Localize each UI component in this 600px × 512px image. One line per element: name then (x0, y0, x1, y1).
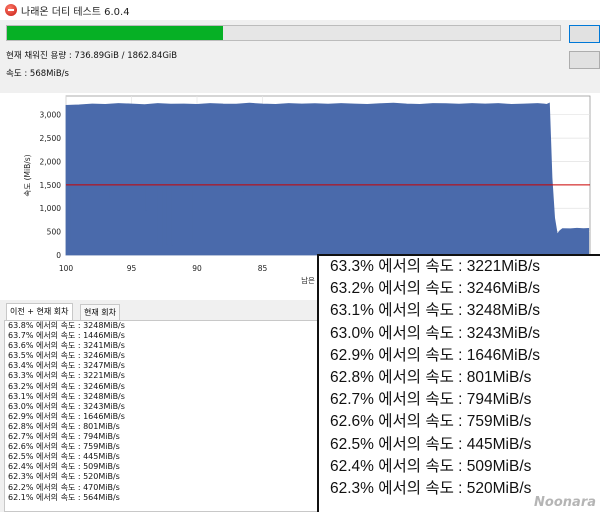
zoom-entry: 62.9% 에서의 속도 : 1646MiB/s (330, 346, 541, 364)
capacity-status: 현재 채워진 용량 : 736.89GiB / 1862.84GiB (6, 51, 178, 61)
zoomed-log-overlay: 63.3% 에서의 속도 : 3221MiB/s 63.2% 에서의 속도 : 3… (317, 254, 600, 512)
log-entry: 63.5% 에서의 속도 : 3246MiB/s (8, 351, 125, 361)
speed-series (65, 102, 590, 256)
y-tick-label: 3,000 (40, 111, 62, 120)
log-entry: 62.6% 에서의 속도 : 759MiB/s (8, 442, 120, 452)
log-entry: 63.7% 에서의 속도 : 1446MiB/s (8, 331, 125, 341)
zoom-entry: 63.0% 에서의 속도 : 3243MiB/s (330, 324, 541, 342)
speed-log-list[interactable]: 63.8% 에서의 속도 : 3248MiB/s 63.7% 에서의 속도 : 1… (4, 320, 322, 512)
y-tick-label: 2,500 (40, 134, 62, 143)
log-entry: 63.2% 에서의 속도 : 3246MiB/s (8, 381, 125, 391)
secondary-button[interactable] (569, 51, 600, 69)
log-entry: 63.8% 에서의 속도 : 3248MiB/s (8, 321, 125, 330)
zoom-entry: 63.2% 에서의 속도 : 3246MiB/s (330, 280, 541, 298)
log-entry: 62.5% 에서의 속도 : 445MiB/s (8, 452, 120, 462)
log-entry: 63.1% 에서의 속도 : 3248MiB/s (8, 391, 125, 401)
zoom-entry: 62.4% 에서의 속도 : 509MiB/s (330, 457, 532, 475)
tab-current-round[interactable]: 현재 회차 (80, 304, 120, 320)
tab-all-rounds[interactable]: 이전 + 현재 회차 (6, 303, 73, 321)
start-button[interactable] (569, 25, 600, 43)
log-entry: 62.9% 에서의 속도 : 1646MiB/s (8, 411, 125, 421)
log-entry: 62.2% 에서의 속도 : 470MiB/s (8, 482, 120, 492)
y-tick-label: 1,000 (40, 204, 62, 213)
x-tick-label: 90 (192, 264, 202, 273)
log-entry: 63.0% 에서의 속도 : 3243MiB/s (8, 401, 125, 411)
log-entry: 62.1% 에서의 속도 : 564MiB/s (8, 492, 120, 502)
log-entry: 62.8% 에서의 속도 : 801MiB/s (8, 421, 120, 431)
zoom-entry: 62.6% 에서의 속도 : 759MiB/s (330, 413, 532, 431)
zoom-entry: 62.5% 에서의 속도 : 445MiB/s (330, 435, 532, 453)
window-title: 나래온 더티 테스트 6.0.4 (21, 7, 130, 18)
log-entry: 63.3% 에서의 속도 : 3221MiB/s (8, 371, 125, 381)
zoom-entry: 63.1% 에서의 속도 : 3248MiB/s (330, 302, 541, 320)
log-entry: 62.4% 에서의 속도 : 509MiB/s (8, 462, 120, 472)
speed-status: 속도 : 568MiB/s (6, 69, 69, 79)
log-entry: 62.3% 에서의 속도 : 520MiB/s (8, 472, 120, 482)
x-axis-label: 남은 (301, 276, 315, 285)
y-tick-label: 2,000 (40, 157, 62, 166)
progress-fill (7, 26, 223, 40)
zoom-entry: 62.7% 에서의 속도 : 794MiB/s (330, 391, 532, 409)
x-tick-label: 95 (127, 264, 137, 273)
watermark: Noonara (534, 495, 596, 510)
log-entry: 63.4% 에서의 속도 : 3247MiB/s (8, 361, 125, 371)
x-tick-label: 100 (59, 264, 74, 273)
app-logo-icon (5, 4, 17, 16)
x-tick-label: 85 (258, 264, 268, 273)
y-axis-label: 속도 (MiB/s) (23, 154, 32, 196)
log-entry: 62.7% 에서의 속도 : 794MiB/s (8, 432, 120, 442)
title-bar: 나래온 더티 테스트 6.0.4 (0, 0, 600, 20)
y-tick-label: 0 (56, 251, 61, 260)
zoom-entry: 62.8% 에서의 속도 : 801MiB/s (330, 369, 532, 387)
fill-progress-bar (6, 25, 561, 41)
y-tick-label: 500 (47, 228, 62, 237)
log-entry: 63.6% 에서의 속도 : 3241MiB/s (8, 341, 125, 351)
y-tick-label: 1,500 (40, 181, 62, 190)
zoom-entry: 63.3% 에서의 속도 : 3221MiB/s (330, 258, 541, 275)
